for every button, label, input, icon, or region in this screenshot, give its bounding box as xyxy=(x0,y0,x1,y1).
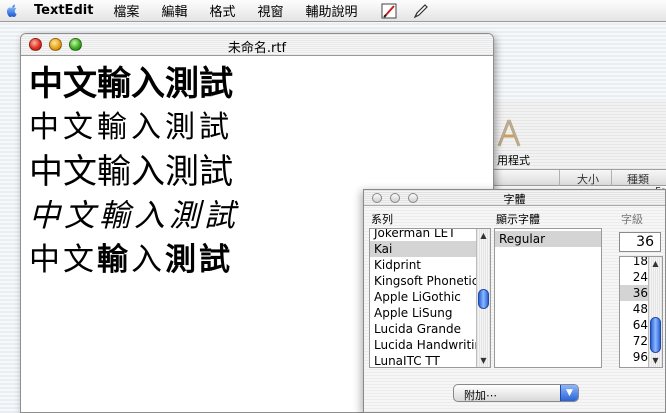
family-item-selected[interactable]: Kai xyxy=(370,241,478,257)
extras-popup-label: 附加⋯ xyxy=(464,389,497,402)
scroll-down-arrow-icon[interactable]: ▼ xyxy=(477,354,490,367)
scroll-thumb[interactable] xyxy=(478,289,489,309)
font-panel-titlebar[interactable]: 字體 xyxy=(364,190,665,206)
size-item[interactable]: 48 xyxy=(620,301,650,317)
family-item[interactable]: Lucida Handwriting xyxy=(370,337,478,353)
menu-format[interactable]: 格式 xyxy=(209,1,235,20)
column-kind[interactable]: 種類 xyxy=(627,171,649,187)
text-run-bold: 輸 xyxy=(97,242,131,278)
text-run-1: 中文 xyxy=(29,242,97,278)
document-title: 未命名.rtf xyxy=(227,41,287,56)
column-size[interactable]: 大小 xyxy=(577,171,599,187)
pen-menu-icon[interactable] xyxy=(412,2,430,20)
finder-column-header: 大小 種類 xyxy=(481,170,666,186)
typeface-list[interactable]: Regular xyxy=(494,228,602,368)
text-line-2[interactable]: 中文輸入測試 xyxy=(29,106,489,150)
applications-icon[interactable] xyxy=(495,118,523,148)
menu-app-textedit[interactable]: TextEdit xyxy=(34,3,93,18)
extras-popup-button[interactable]: 附加⋯ ▼ xyxy=(453,384,579,402)
size-item[interactable]: 24 xyxy=(620,269,650,285)
scroll-up-arrow-icon[interactable]: ▲ xyxy=(649,257,662,270)
family-item[interactable]: Apple LiSung xyxy=(370,305,478,321)
family-item[interactable]: Kingsoft Phonetic xyxy=(370,273,478,289)
family-item[interactable]: Apple LiGothic xyxy=(370,289,478,305)
apple-icon[interactable] xyxy=(4,3,20,19)
text-line-3[interactable]: 中文輸入測試 xyxy=(29,150,489,194)
text-run-bold-2: 測試 xyxy=(165,242,233,278)
scroll-down-arrow-icon[interactable]: ▼ xyxy=(649,354,662,367)
family-item[interactable]: LunaITC TT xyxy=(370,353,478,367)
menu-window[interactable]: 視窗 xyxy=(257,1,283,20)
family-item[interactable]: Kidprint xyxy=(370,257,478,273)
size-scrollbar[interactable]: ▲ ▼ xyxy=(648,257,662,367)
applications-label: 用程式 xyxy=(497,154,530,167)
family-item[interactable]: Jokerman LET xyxy=(370,229,478,241)
text-run-2: 入 xyxy=(131,242,165,278)
size-list[interactable]: 18 24 36 48 64 72 96 ▲ ▼ xyxy=(619,256,663,368)
menu-file[interactable]: 檔案 xyxy=(113,1,139,20)
font-panel: 字體 系列 顯示字體 字級 Jokerman LET Kai Kidprint … xyxy=(363,189,666,413)
finder-toolbar: 用程式 xyxy=(481,100,666,170)
size-item[interactable]: 96 xyxy=(620,349,650,365)
family-item[interactable]: Lucida Grande xyxy=(370,321,478,337)
textedit-titlebar[interactable]: 未命名.rtf xyxy=(21,34,493,56)
typeface-header: 顯示字體 xyxy=(496,213,540,226)
family-header: 系列 xyxy=(371,213,393,226)
size-item-selected[interactable]: 36 xyxy=(620,285,650,301)
family-scrollbar[interactable]: ▲ ▼ xyxy=(476,229,490,367)
menu-bar: TextEdit 檔案 編輯 格式 視窗 輔助說明 xyxy=(0,0,666,22)
scroll-thumb[interactable] xyxy=(650,317,661,353)
menu-edit[interactable]: 編輯 xyxy=(161,1,187,20)
script-menu-icon[interactable] xyxy=(380,2,398,20)
text-line-1[interactable]: 中文輸入測試 xyxy=(29,62,489,106)
typeface-item-selected[interactable]: Regular xyxy=(495,231,601,247)
size-item[interactable]: 72 xyxy=(620,333,650,349)
menu-help[interactable]: 輔助說明 xyxy=(305,1,357,20)
scroll-up-arrow-icon[interactable]: ▲ xyxy=(477,229,490,242)
size-header: 字級 xyxy=(621,213,643,226)
size-item[interactable]: 18 xyxy=(620,257,650,269)
size-field[interactable]: 36 xyxy=(619,232,661,252)
font-panel-title: 字體 xyxy=(503,193,526,206)
family-list[interactable]: Jokerman LET Kai Kidprint Kingsoft Phone… xyxy=(369,228,491,368)
size-item[interactable]: 64 xyxy=(620,317,650,333)
popup-arrow-icon: ▼ xyxy=(560,385,578,401)
